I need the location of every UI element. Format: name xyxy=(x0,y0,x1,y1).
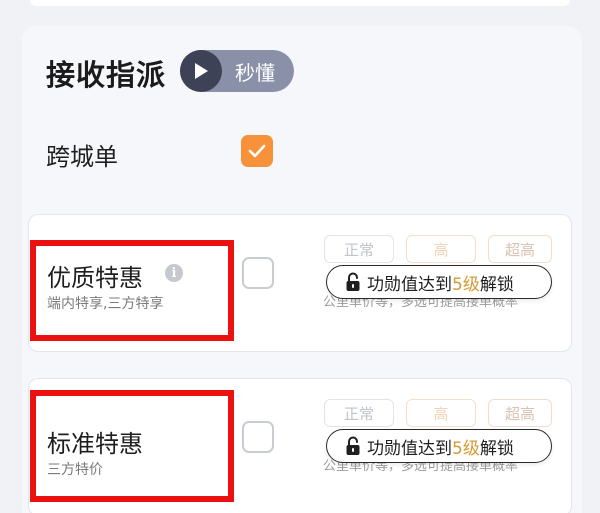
level-normal-option[interactable]: 正常 xyxy=(324,399,394,427)
quick-explain-button[interactable]: 秒懂 xyxy=(180,50,294,92)
card-description: 端内特享,三方特享 xyxy=(47,296,164,312)
level-high-option[interactable]: 高 xyxy=(406,235,476,263)
level-super-high-option[interactable]: 超高 xyxy=(488,235,552,263)
unlock-requirement-badge: 功勋值达到 5级 解锁 xyxy=(326,265,552,299)
order-type-card-standard: 标准特惠 三方特价 正常 高 超高 公里单价等，多选可提高接单概率 功勋值达到 … xyxy=(28,378,572,513)
level-high-option[interactable]: 高 xyxy=(406,399,476,427)
unlock-suffix: 解锁 xyxy=(479,438,514,459)
premium-checkbox[interactable] xyxy=(242,257,274,289)
cross-city-checkbox[interactable] xyxy=(241,135,273,167)
previous-card-edge xyxy=(30,0,570,6)
cross-city-label: 跨城单 xyxy=(46,143,118,171)
order-type-card-premium: 优质特惠 i 端内特享,三方特享 正常 高 超高 公里单价等，多选可提高接单概率… xyxy=(28,214,572,352)
unlock-requirement-badge: 功勋值达到 5级 解锁 xyxy=(326,429,552,463)
unlock-icon xyxy=(345,436,361,456)
unlock-icon xyxy=(345,272,361,292)
card-title: 优质特惠 xyxy=(47,264,143,292)
unlock-level: 5级 xyxy=(452,274,480,295)
info-icon[interactable]: i xyxy=(165,264,183,282)
card-description: 三方特价 xyxy=(47,462,103,478)
unlock-level: 5级 xyxy=(452,438,480,459)
unlock-prefix: 功勋值达到 xyxy=(367,274,452,295)
check-icon xyxy=(248,144,266,158)
card-title: 标准特惠 xyxy=(47,430,143,458)
level-normal-option[interactable]: 正常 xyxy=(324,235,394,263)
standard-checkbox[interactable] xyxy=(242,421,274,453)
quick-explain-label: 秒懂 xyxy=(235,60,275,85)
section-title: 接收指派 xyxy=(46,58,167,92)
level-super-high-option[interactable]: 超高 xyxy=(488,399,552,427)
unlock-prefix: 功勋值达到 xyxy=(367,438,452,459)
unlock-suffix: 解锁 xyxy=(479,274,514,295)
play-icon xyxy=(180,50,222,92)
